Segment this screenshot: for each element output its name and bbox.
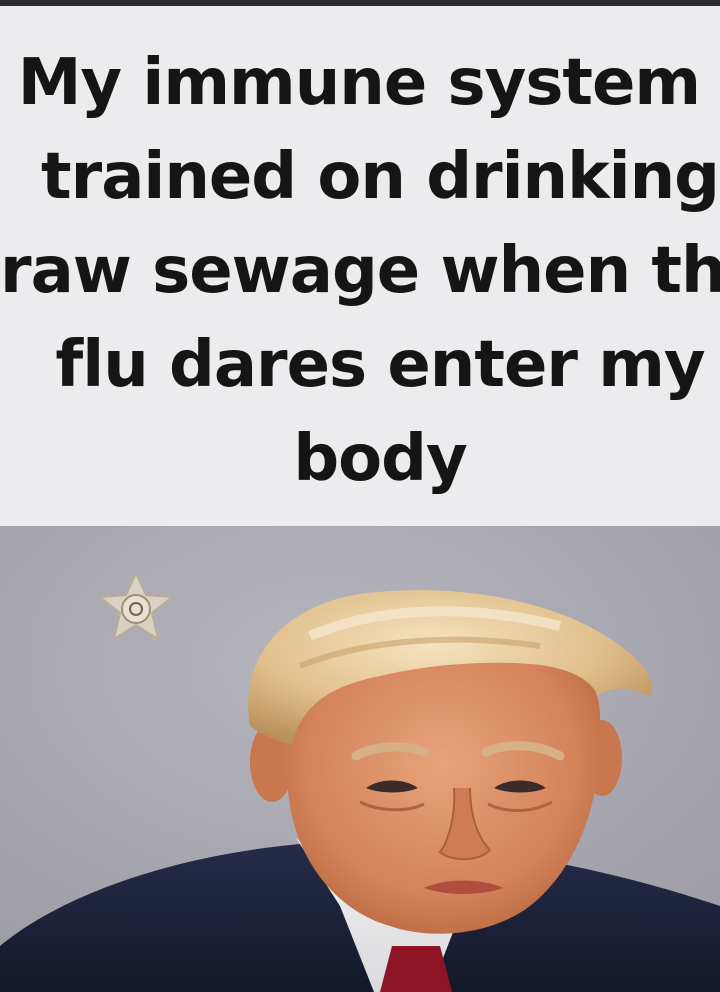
mugshot-illustration xyxy=(0,526,720,992)
caption-panel: My immune system i trained on drinking raw… xyxy=(0,0,720,526)
meme-image: My immune system i trained on drinking raw… xyxy=(0,0,720,992)
caption-line: My immune system i xyxy=(17,46,720,120)
caption-line: body xyxy=(293,422,467,496)
mugshot-photo xyxy=(0,526,720,992)
caption-line: trained on drinking xyxy=(41,140,720,214)
caption-text: My immune system i trained on drinking raw… xyxy=(0,36,720,506)
red-tie xyxy=(380,946,452,992)
caption-line: raw sewage when the xyxy=(0,234,720,308)
caption-line: flu dares enter my xyxy=(55,328,705,402)
